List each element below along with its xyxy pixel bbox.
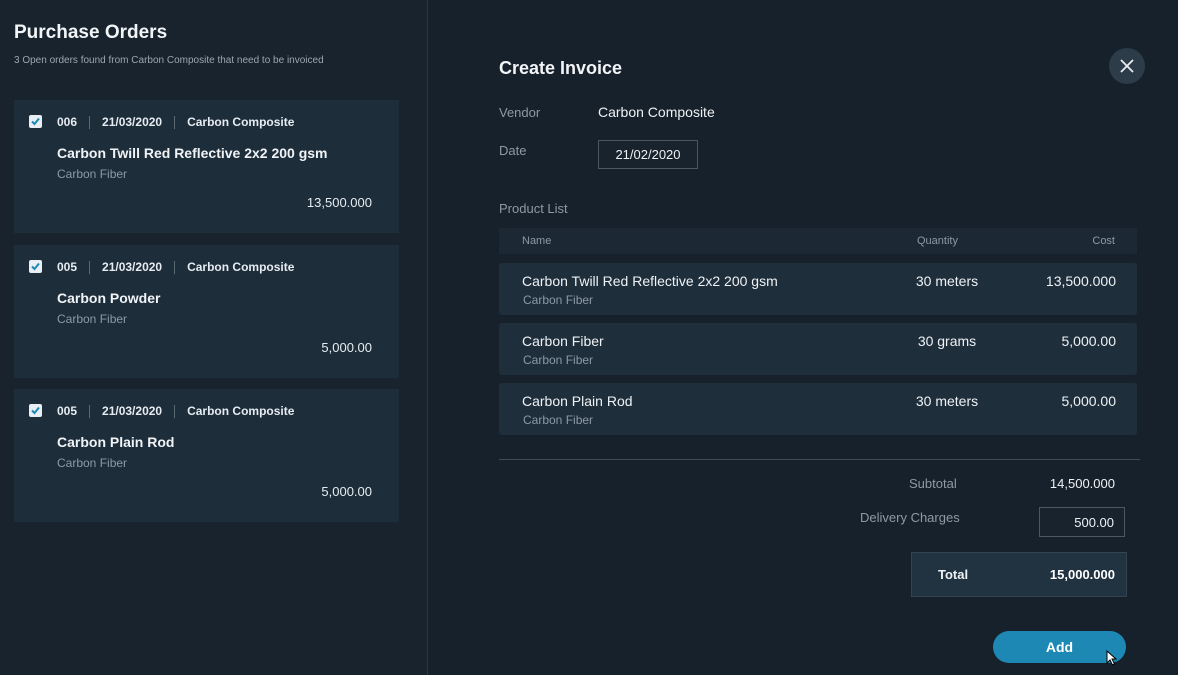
order-id: 005 (57, 260, 78, 274)
order-vendor: Carbon Composite (187, 115, 295, 129)
delivery-charges-label: Delivery Charges (860, 510, 960, 525)
order-card[interactable]: 005 21/03/2020 Carbon Composite Carbon P… (14, 389, 399, 522)
product-name: Carbon Fiber (522, 333, 604, 349)
product-name: Carbon Plain Rod (522, 393, 633, 409)
invoice-title: Create Invoice (499, 58, 623, 78)
order-id: 006 (57, 115, 78, 129)
mouse-pointer-icon (1106, 650, 1118, 666)
separator (89, 404, 91, 418)
close-button[interactable] (1109, 48, 1145, 84)
order-product-name: Carbon Powder (57, 290, 161, 306)
product-quantity: 30 grams (917, 333, 977, 349)
total-label: Total (938, 567, 969, 582)
vendor-label: Vendor (499, 105, 541, 120)
order-product-name: Carbon Plain Rod (57, 434, 175, 450)
delivery-charges-value: 500.00 (1074, 514, 1114, 530)
product-quantity: 30 meters (915, 393, 979, 409)
checkbox-checked-icon (31, 406, 40, 415)
order-checkbox[interactable] (29, 404, 42, 417)
order-amount: 5,000.00 (321, 484, 372, 499)
order-product-category: Carbon Fiber (57, 167, 128, 181)
date-field[interactable]: 21/02/2020 (598, 140, 698, 169)
separator (174, 260, 176, 274)
order-card[interactable]: 006 21/03/2020 Carbon Composite Carbon T… (14, 100, 399, 233)
subtotal-label: Subtotal (909, 476, 957, 491)
order-vendor: Carbon Composite (187, 404, 295, 418)
product-row: Carbon Twill Red Reflective 2x2 200 gsm … (499, 263, 1137, 315)
date-label: Date (499, 143, 527, 158)
order-card[interactable]: 005 21/03/2020 Carbon Composite Carbon P… (14, 245, 399, 378)
separator (89, 115, 91, 129)
order-product-category: Carbon Fiber (57, 312, 128, 326)
order-meta: 005 21/03/2020 Carbon Composite (57, 260, 294, 274)
order-product-name: Carbon Twill Red Reflective 2x2 200 gsm (57, 145, 328, 161)
separator (174, 404, 176, 418)
product-table-header: Name Quantity Cost (499, 228, 1137, 254)
total-box: Total 15,000.000 (911, 552, 1127, 597)
separator (174, 115, 176, 129)
vendor-value: Carbon Composite (598, 104, 715, 120)
product-cost: 5,000.00 (1061, 393, 1117, 409)
checkbox-checked-icon (31, 117, 40, 126)
order-id: 005 (57, 404, 78, 418)
order-date: 21/03/2020 (102, 404, 163, 418)
order-amount: 13,500.000 (306, 195, 372, 210)
order-checkbox[interactable] (29, 260, 42, 273)
product-name: Carbon Twill Red Reflective 2x2 200 gsm (522, 273, 778, 289)
separator (89, 260, 91, 274)
product-cost: 13,500.000 (1045, 273, 1116, 289)
order-amount: 5,000.00 (321, 340, 372, 355)
product-category: Carbon Fiber (523, 293, 594, 307)
panel-subtitle: 3 Open orders found from Carbon Composit… (14, 55, 324, 66)
subtotal-value: 14,500.000 (1049, 476, 1115, 491)
order-meta: 006 21/03/2020 Carbon Composite (57, 115, 294, 129)
product-category: Carbon Fiber (523, 413, 594, 427)
totals-divider (499, 459, 1140, 460)
order-meta: 005 21/03/2020 Carbon Composite (57, 404, 294, 418)
product-row: Carbon Plain Rod Carbon Fiber 30 meters … (499, 383, 1137, 435)
product-row: Carbon Fiber Carbon Fiber 30 grams 5,000… (499, 323, 1137, 375)
column-quantity: Quantity (917, 235, 958, 247)
delivery-charges-input[interactable]: 500.00 (1039, 507, 1125, 537)
column-cost: Cost (1092, 235, 1115, 247)
product-cost: 5,000.00 (1061, 333, 1117, 349)
order-product-category: Carbon Fiber (57, 456, 128, 470)
product-quantity: 30 meters (915, 273, 979, 289)
order-date: 21/03/2020 (102, 115, 163, 129)
column-name: Name (522, 235, 552, 247)
checkbox-checked-icon (31, 262, 40, 271)
product-list-label: Product List (499, 201, 568, 216)
order-checkbox[interactable] (29, 115, 42, 128)
panel-title: Purchase Orders (14, 22, 168, 43)
purchase-orders-panel: Purchase Orders 3 Open orders found from… (0, 0, 428, 675)
order-date: 21/03/2020 (102, 260, 163, 274)
order-vendor: Carbon Composite (187, 260, 295, 274)
date-value: 21/02/2020 (615, 147, 681, 162)
total-value: 15,000.000 (1049, 567, 1115, 582)
close-icon (1120, 59, 1134, 73)
product-category: Carbon Fiber (523, 353, 594, 367)
